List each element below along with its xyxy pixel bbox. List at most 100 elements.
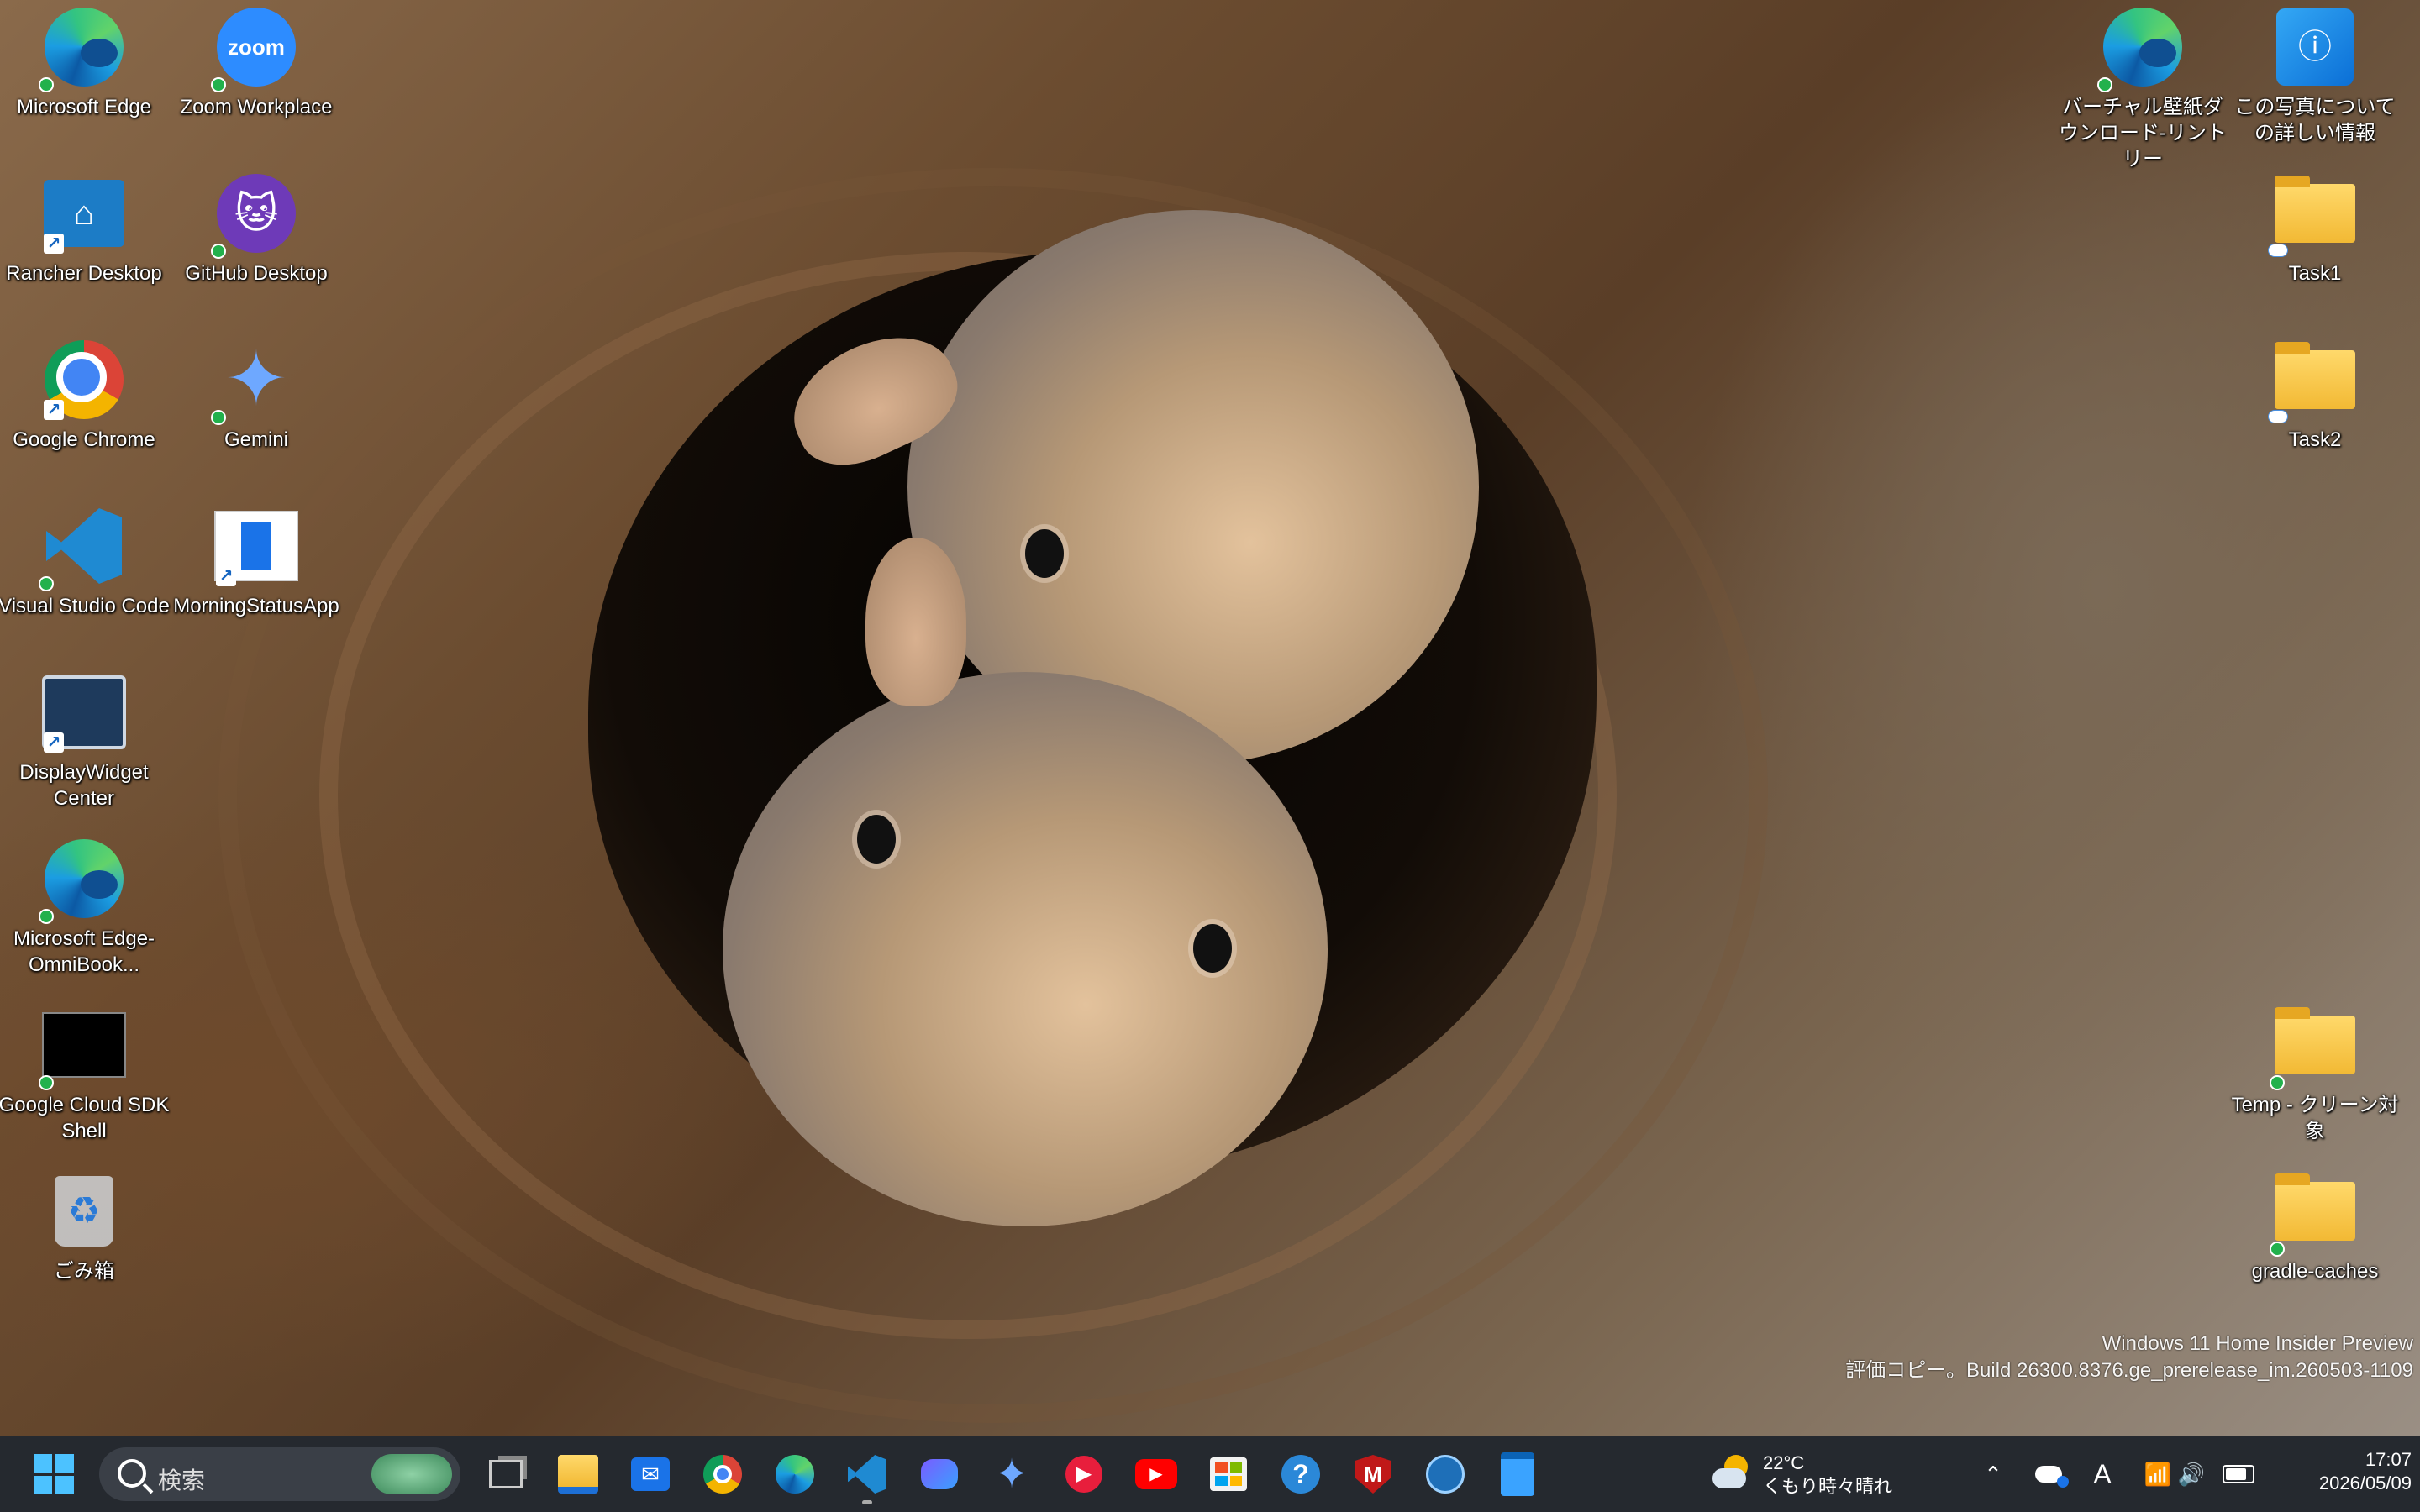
- sync-status-icon: [39, 77, 54, 92]
- sync-status-icon: [39, 909, 54, 924]
- desktop-icon-label: DisplayWidget Center: [19, 761, 149, 810]
- taskbar-file-explorer[interactable]: [553, 1449, 603, 1499]
- tray-battery[interactable]: [2215, 1449, 2262, 1499]
- search-highlight-image: [371, 1454, 452, 1494]
- sync-status-icon: [2270, 1075, 2285, 1090]
- watermark-line-build: 評価コピー。Build 26300.8376.ge_prerelease_im.…: [1845, 1359, 2413, 1382]
- edge-icon: [45, 839, 124, 918]
- copilot-icon: [921, 1459, 958, 1489]
- shortcut-arrow-icon: ↗: [44, 400, 64, 420]
- folder-icon: [2275, 1007, 2355, 1074]
- wallpaper-squirrel-eye: [1025, 529, 1064, 578]
- taskbar-mcafee[interactable]: M: [1348, 1449, 1398, 1499]
- windows-build-watermark: Windows 11 Home Insider Preview 評価コピー。Bu…: [1845, 1331, 2413, 1384]
- gemini-icon: ✦: [224, 338, 288, 422]
- ime-mode-label: A: [2093, 1458, 2112, 1489]
- sync-status-icon: [2097, 77, 2112, 92]
- taskbar-music[interactable]: ▶: [1059, 1449, 1109, 1499]
- desktop-icon-rancher[interactable]: ⌂ ↗ Rancher Desktop: [0, 171, 172, 286]
- taskbar-network-tool[interactable]: [1420, 1449, 1470, 1499]
- mcafee-icon: M: [1355, 1455, 1391, 1494]
- taskbar-vscode[interactable]: [842, 1449, 892, 1504]
- cloud-status-icon: [2268, 244, 2288, 257]
- taskbar-edge[interactable]: [770, 1449, 820, 1499]
- vscode-icon: [848, 1455, 886, 1494]
- desktop-icon-temp-folder[interactable]: Temp - クリーン対象: [2227, 1003, 2403, 1144]
- taskbar-help[interactable]: ?: [1276, 1449, 1326, 1499]
- desktop-icon-task1[interactable]: Task1: [2227, 171, 2403, 286]
- taskbar-copilot[interactable]: [914, 1449, 965, 1499]
- tray-volume[interactable]: 🔊: [2168, 1449, 2215, 1499]
- desktop-icon-label: Temp - クリーン対象: [2231, 1094, 2399, 1142]
- taskbar-gemini[interactable]: ✦: [986, 1449, 1037, 1499]
- desktop-icon-recycle-bin[interactable]: ♻ ごみ箱: [0, 1169, 172, 1284]
- search-box[interactable]: 検索: [99, 1447, 460, 1501]
- taskbar-youtube[interactable]: ▶: [1131, 1449, 1181, 1499]
- ime-mode-indicator[interactable]: A: [2079, 1449, 2126, 1499]
- desktop-icon-label: Google Cloud SDK Shell: [0, 1094, 170, 1142]
- desktop-icon-morning-status[interactable]: ↗ MorningStatusApp: [168, 504, 345, 619]
- clock-date: 2026/05/09: [2318, 1473, 2412, 1494]
- sync-status-icon: [39, 1075, 54, 1090]
- recycle-bin-icon: ♻: [55, 1176, 113, 1247]
- weather-widget[interactable]: 22°C くもり時々晴れ: [1706, 1448, 1907, 1500]
- desktop-icon-label: Google Chrome: [13, 428, 155, 451]
- desktop-icon-display-widget[interactable]: ↗ DisplayWidget Center: [0, 670, 172, 811]
- windows-logo-icon: [34, 1454, 74, 1494]
- desktop-icon-wallpaper-download[interactable]: バーチャル壁紙ダウンロード-リントリー: [2054, 5, 2231, 172]
- wallpaper-squirrel-eye: [1193, 924, 1232, 973]
- desktop-icon-gemini[interactable]: ✦ Gemini: [168, 338, 345, 453]
- desktop-icon-label: GitHub Desktop: [185, 262, 328, 285]
- tray-onedrive[interactable]: [2025, 1449, 2072, 1499]
- taskbar-store[interactable]: [1203, 1449, 1254, 1499]
- desktop-icon-gcloud-sdk[interactable]: Google Cloud SDK Shell: [0, 1003, 172, 1144]
- chevron-up-icon: ⌃: [1984, 1461, 2002, 1487]
- sync-status-icon: [39, 576, 54, 591]
- desktop-icon-vscode[interactable]: Visual Studio Code: [0, 504, 172, 619]
- desktop-icon-label: Microsoft Edge-OmniBook...: [13, 927, 155, 976]
- wallpaper-squirrel-eye: [857, 815, 896, 864]
- youtube-icon: ▶: [1135, 1459, 1177, 1489]
- weather-temperature: 22°C: [1763, 1452, 1805, 1473]
- help-icon: ?: [1281, 1455, 1320, 1494]
- terminal-icon: [42, 1012, 126, 1078]
- show-hidden-icons-button[interactable]: ⌃: [1970, 1449, 2017, 1499]
- taskbar-notepad[interactable]: [1492, 1449, 1543, 1499]
- desktop-icon-gradle-caches[interactable]: gradle-caches: [2227, 1169, 2403, 1284]
- sync-status-icon: [211, 77, 226, 92]
- desktop-icon-photo-info[interactable]: ⓘ この写真についての詳しい情報: [2227, 5, 2403, 146]
- task-view-button[interactable]: [481, 1449, 531, 1499]
- desktop-icon-label: ごみ箱: [54, 1260, 114, 1283]
- wallpaper-squirrel-lower: [723, 538, 1328, 1226]
- desktop-icon-label: バーチャル壁紙ダウンロード-リントリー: [2059, 96, 2227, 171]
- taskbar-outlook[interactable]: ✉: [625, 1449, 676, 1499]
- desktop-icon-task2[interactable]: Task2: [2227, 338, 2403, 453]
- music-icon: ▶: [1065, 1456, 1102, 1493]
- start-button[interactable]: [29, 1449, 79, 1499]
- edge-icon: [776, 1455, 814, 1494]
- github-icon: 🐱: [217, 174, 296, 253]
- desktop-icon-label: Visual Studio Code: [0, 595, 170, 617]
- sync-status-icon: [211, 244, 226, 259]
- clock-time: 17:07: [2365, 1449, 2412, 1470]
- desktop-icon-zoom[interactable]: zoom Zoom Workplace: [168, 5, 345, 120]
- clock[interactable]: 17:07 2026/05/09: [2269, 1448, 2412, 1500]
- desktop-icon-label: gradle-caches: [2251, 1260, 2379, 1283]
- desktop-icon-github[interactable]: 🐱 GitHub Desktop: [168, 171, 345, 286]
- notepad-icon: [1501, 1452, 1534, 1496]
- desktop-icon-edge-omnibook[interactable]: Microsoft Edge-OmniBook...: [0, 837, 172, 978]
- desktop-icon-chrome[interactable]: ↗ Google Chrome: [0, 338, 172, 453]
- sync-status-icon: [211, 410, 226, 425]
- desktop-icon-label: Zoom Workplace: [180, 96, 333, 118]
- desktop-icon-label: MorningStatusApp: [173, 595, 339, 617]
- taskbar-chrome[interactable]: [697, 1449, 748, 1499]
- gemini-icon: ✦: [994, 1452, 1029, 1497]
- network-globe-icon: [1426, 1455, 1465, 1494]
- zoom-icon: zoom: [217, 8, 296, 87]
- desktop-wallpaper: [0, 0, 2420, 1436]
- edge-icon: [2103, 8, 2182, 87]
- desktop-icon-edge[interactable]: Microsoft Edge: [0, 5, 172, 120]
- wallpaper-squirrel-ear: [865, 538, 966, 706]
- desktop-icon-label: Task2: [2288, 428, 2342, 451]
- store-icon: [1210, 1457, 1247, 1491]
